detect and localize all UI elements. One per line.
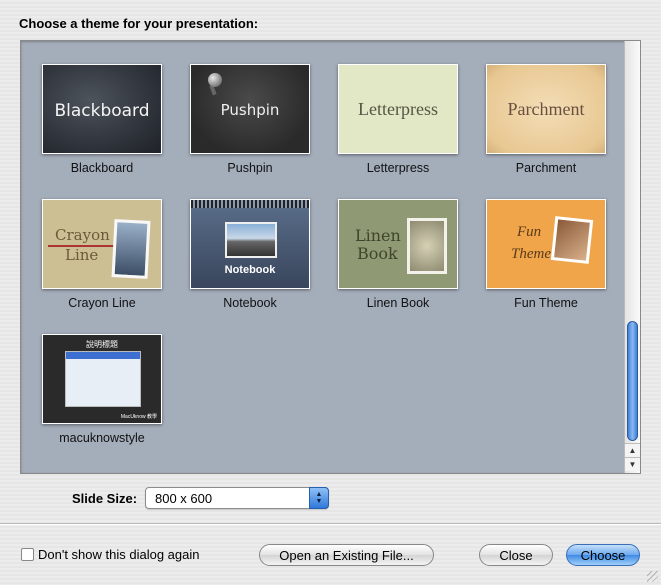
theme-label: Parchment bbox=[515, 161, 577, 175]
scroll-thumb[interactable] bbox=[627, 321, 638, 441]
theme-browser: Blackboard Blackboard Pushpin Pushpin Le… bbox=[20, 40, 641, 474]
theme-tile-notebook[interactable]: Notebook Notebook bbox=[169, 176, 317, 310]
theme-thumbnail[interactable]: Pushpin bbox=[190, 64, 310, 154]
theme-label: Linen Book bbox=[366, 296, 430, 310]
theme-tile-fun-theme[interactable]: Fun Theme Fun Theme bbox=[465, 176, 613, 310]
screenshot-titlebar bbox=[66, 352, 140, 359]
theme-tile-macuknowstyle[interactable]: 說明標題 MacUknow 教學 macuknowstyle bbox=[21, 311, 169, 445]
thumbnail-title: Parchment bbox=[507, 99, 585, 119]
thumbnail-screenshot bbox=[65, 351, 141, 407]
slide-size-value: 800 x 600 bbox=[155, 490, 213, 506]
thumbnail-title: Notebook bbox=[224, 264, 276, 276]
thumbnail-title: 說明標題 bbox=[86, 340, 118, 349]
theme-label: Crayon Line bbox=[68, 296, 136, 310]
slide-size-popup[interactable]: 800 x 600 ▲ ▼ bbox=[145, 487, 329, 509]
vertical-scrollbar[interactable]: ▲ ▼ bbox=[624, 41, 640, 473]
thumbnail-photo bbox=[550, 216, 594, 264]
scroll-up-arrow-icon[interactable]: ▲ bbox=[625, 443, 640, 457]
theme-label: macuknowstyle bbox=[59, 431, 145, 445]
dont-show-checkbox[interactable] bbox=[21, 548, 34, 561]
thumbnail-title: Letterpress bbox=[358, 99, 438, 119]
theme-tile-blackboard[interactable]: Blackboard Blackboard bbox=[21, 41, 169, 175]
theme-tile-crayon-line[interactable]: Crayon Line Crayon Line bbox=[21, 176, 169, 310]
theme-thumbnail[interactable]: Crayon Line bbox=[42, 199, 162, 289]
pushpin-icon bbox=[208, 73, 222, 87]
thumbnail-title: Linen bbox=[355, 226, 401, 245]
thumbnail-photo bbox=[111, 219, 151, 279]
thumbnail-title: Line bbox=[65, 246, 99, 264]
theme-thumbnail[interactable]: Fun Theme bbox=[486, 199, 606, 289]
thumbnail-title: Pushpin bbox=[220, 101, 280, 119]
dont-show-checkbox-label[interactable]: Don't show this dialog again bbox=[38, 547, 199, 562]
theme-label: Letterpress bbox=[366, 161, 430, 175]
theme-tile-linen-book[interactable]: Linen Book Linen Book bbox=[317, 176, 465, 310]
close-button[interactable]: Close bbox=[479, 544, 553, 566]
choose-button[interactable]: Choose bbox=[566, 544, 640, 566]
theme-thumbnail[interactable]: Linen Book bbox=[338, 199, 458, 289]
theme-thumbnail[interactable]: Blackboard bbox=[42, 64, 162, 154]
popup-stepper-icon: ▲ ▼ bbox=[309, 487, 329, 509]
scroll-down-arrow-icon[interactable]: ▼ bbox=[625, 457, 640, 471]
theme-tile-pushpin[interactable]: Pushpin Pushpin bbox=[169, 41, 317, 175]
footer-separator bbox=[0, 523, 661, 525]
thumbnail-title: Blackboard bbox=[54, 101, 150, 121]
notebook-rings bbox=[191, 200, 309, 208]
thumbnail-photo bbox=[407, 218, 447, 274]
theme-tile-letterpress[interactable]: Letterpress Letterpress bbox=[317, 41, 465, 175]
thumbnail-title: Crayon bbox=[55, 226, 110, 244]
thumbnail-title: Fun bbox=[517, 224, 542, 240]
theme-label: Notebook bbox=[223, 296, 277, 310]
theme-thumbnail[interactable]: Parchment bbox=[486, 64, 606, 154]
theme-thumbnail[interactable]: Letterpress bbox=[338, 64, 458, 154]
thumbnail-title: Book bbox=[357, 244, 398, 263]
theme-label: Fun Theme bbox=[514, 296, 578, 310]
theme-thumbnail[interactable]: Notebook bbox=[190, 199, 310, 289]
thumbnail-title: Theme bbox=[511, 246, 551, 262]
theme-thumbnail[interactable]: 說明標題 MacUknow 教學 bbox=[42, 334, 162, 424]
thumbnail-photo bbox=[225, 222, 277, 258]
theme-label: Pushpin bbox=[227, 161, 273, 175]
theme-label: Blackboard bbox=[70, 161, 134, 175]
theme-grid: Blackboard Blackboard Pushpin Pushpin Le… bbox=[21, 41, 626, 473]
slide-size-label: Slide Size: bbox=[72, 491, 138, 506]
open-existing-file-button[interactable]: Open an Existing File... bbox=[259, 544, 434, 566]
dialog-heading: Choose a theme for your presentation: bbox=[19, 16, 259, 31]
resize-grip-icon[interactable] bbox=[647, 571, 658, 582]
theme-tile-parchment[interactable]: Parchment Parchment bbox=[465, 41, 613, 175]
thumbnail-badge: MacUknow 教學 bbox=[120, 414, 157, 420]
